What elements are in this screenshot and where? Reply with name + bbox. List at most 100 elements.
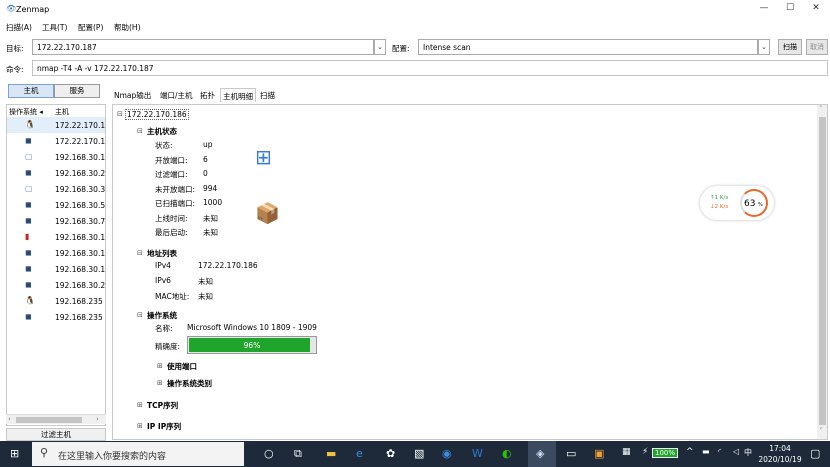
tab-scans[interactable]: 扫描 (258, 88, 277, 102)
scroll-down-icon[interactable]: ˅ (819, 427, 823, 435)
host-list-item[interactable]: ◼ 192.168.30.1 (7, 261, 105, 277)
services-toggle-button[interactable]: 服务 (54, 84, 100, 98)
host-list-item[interactable]: 🐧 192.168.235 (7, 293, 105, 309)
hosts-toggle-button[interactable]: 主机 (8, 84, 54, 98)
close-button[interactable]: ✕ (804, 3, 828, 17)
target-dropdown-button[interactable]: ⌄ (374, 39, 386, 55)
command-input[interactable]: nmap -T4 -A -v 172.22.170.187 (32, 60, 828, 76)
collapse-icon[interactable]: ⊟ (117, 110, 123, 118)
collapse-icon[interactable]: ⊟ (137, 311, 143, 319)
app-icon[interactable]: ✿ (386, 447, 395, 460)
scroll-up-icon[interactable]: ˄ (819, 105, 823, 113)
expand-icon[interactable]: ⊞ (137, 401, 143, 409)
expand-icon[interactable]: ⊞ (157, 379, 163, 387)
filter-hosts-button[interactable]: 过滤主机 (6, 428, 106, 441)
status-key: 状态: (155, 141, 173, 150)
wifi-icon[interactable]: ◜ (718, 447, 721, 456)
address-key: IPv6 (155, 276, 171, 285)
collapse-icon[interactable]: ⊟ (137, 249, 143, 257)
tcp-sequence-heading[interactable]: TCP序列 (147, 400, 178, 411)
profile-select[interactable]: Intense scan (418, 39, 758, 55)
host-list-item[interactable]: ▮ 192.168.30.1 (7, 229, 105, 245)
status-key: 已扫描端口: (155, 199, 196, 208)
battery-indicator[interactable]: 100% (652, 448, 679, 458)
task-view-icon[interactable]: ⧉ (294, 447, 302, 461)
minimize-button[interactable]: — (752, 3, 776, 17)
menu-help[interactable]: 帮助(H) (114, 22, 141, 33)
host-list-item[interactable]: ◼ 192.168.30.1 (7, 245, 105, 261)
host-list-item[interactable]: ◼ 172.22.170.1 (7, 133, 105, 149)
edge-icon[interactable]: e (356, 447, 363, 460)
host-list-item[interactable]: ◼ 192.168.30.2 (7, 165, 106, 181)
host-list-item[interactable]: 🐧 172.22.170.1 (7, 117, 105, 133)
host-list-item[interactable]: ▢ 192.168.30.1 (7, 149, 106, 165)
host-ip: 192.168.30.1 (55, 153, 106, 162)
scroll-left-icon[interactable]: ‹ (8, 415, 11, 423)
clock-time[interactable]: 17:04 (760, 444, 800, 453)
windows-start-icon[interactable]: ⊞ (10, 447, 19, 460)
window-title: Zenmap (16, 5, 50, 14)
search-icon: ⚲ (40, 446, 49, 459)
scan-button[interactable]: 扫描 (778, 39, 802, 55)
ipid-sequence-heading[interactable]: IP IP序列 (147, 421, 181, 432)
maximize-button[interactable]: ☐ (778, 3, 802, 17)
host-list-item[interactable]: ◼ 192.168.30.2 (7, 277, 106, 293)
redhat-icon: ▮ (25, 232, 30, 241)
cortana-icon[interactable]: ○ (264, 447, 274, 460)
host-ip: 192.168.30.2 (55, 169, 106, 178)
column-header-host[interactable]: 主机 (55, 107, 69, 117)
ime-icon[interactable]: 中 (744, 447, 752, 458)
taskbar-search-box[interactable]: ⚲ 在这里输入你要搜索的内容 (32, 442, 244, 466)
menu-profile[interactable]: 配置(P) (78, 22, 103, 33)
expand-icon[interactable]: ⊞ (157, 362, 163, 370)
target-input[interactable]: 172.22.170.187 (32, 39, 374, 55)
file-explorer-icon[interactable]: ▬ (326, 447, 336, 460)
scroll-right-icon[interactable]: › (96, 415, 99, 423)
host-list-scrollbar[interactable]: ‹ › (6, 414, 106, 424)
details-scrollbar[interactable]: ˄ ˅ (817, 105, 827, 439)
windows-icon: ◼ (25, 216, 32, 225)
chevron-down-icon: ⌄ (761, 43, 767, 51)
app-icon[interactable]: ▦ (622, 447, 631, 457)
wechat-icon[interactable]: ◐ (502, 447, 512, 460)
collapse-icon[interactable]: ⊟ (137, 127, 143, 135)
host-list-item[interactable]: ◼ 192.168.235 (7, 309, 105, 325)
app-icon[interactable]: ▣ (594, 447, 604, 460)
scrollbar-thumb[interactable] (819, 117, 826, 425)
upload-speed: ↑1 K/s (710, 195, 729, 201)
address-value: 172.22.170.186 (198, 261, 258, 270)
chevron-up-icon[interactable]: ^ (686, 447, 694, 457)
zenmap-taskbar-item[interactable]: ◈ (528, 441, 556, 467)
host-list-item[interactable]: ▢ 192.168.30.3 (7, 181, 105, 197)
expand-icon[interactable]: ⊞ (137, 422, 143, 430)
windows-icon: ◼ (25, 168, 32, 177)
cancel-button[interactable]: 取消 (806, 39, 828, 55)
app-icon[interactable]: ▧ (414, 447, 424, 460)
tab-nmap-output[interactable]: Nmap输出 (112, 88, 153, 102)
column-header-os[interactable]: 操作系统 ◂ (9, 107, 43, 117)
host-list-item[interactable]: ◼ 192.168.30.5 (7, 197, 106, 213)
terminal-icon[interactable]: ▭ (566, 447, 576, 460)
profile-dropdown-button[interactable]: ⌄ (758, 39, 770, 55)
notification-icon[interactable]: ▢ (810, 447, 820, 460)
menu-scan[interactable]: 扫描(A) (6, 22, 32, 33)
host-ip: 192.168.30.2 (55, 281, 106, 290)
os-class-heading[interactable]: 操作系统类别 (167, 378, 212, 389)
used-ports-heading[interactable]: 使用端口 (167, 361, 197, 372)
app-icon[interactable]: ◉ (442, 447, 452, 460)
windows-icon: ◼ (25, 264, 32, 273)
network-speed-widget[interactable]: ↑1 K/s ↓2 K/s 63 % (700, 186, 774, 220)
volume-icon[interactable]: ◁ (733, 447, 739, 456)
host-list-item[interactable]: ◼ 192.168.30.7 (7, 213, 105, 229)
chevron-down-icon: ⌄ (377, 43, 383, 51)
word-icon[interactable]: W (472, 447, 483, 460)
tab-ports-hosts[interactable]: 端口/主机 (158, 88, 195, 102)
keyboard-icon[interactable]: ▬ (702, 447, 710, 456)
host-ip: 192.168.30.5 (55, 201, 106, 210)
host-header[interactable]: 172.22.170.186 (125, 109, 189, 120)
tab-topology[interactable]: 拓扑 (198, 88, 217, 102)
tab-host-details[interactable]: 主机明细 (220, 88, 256, 102)
scrollbar-thumb[interactable] (16, 417, 82, 423)
menu-tools[interactable]: 工具(T) (42, 22, 67, 33)
clock-date[interactable]: 2020/10/19 (756, 455, 804, 464)
